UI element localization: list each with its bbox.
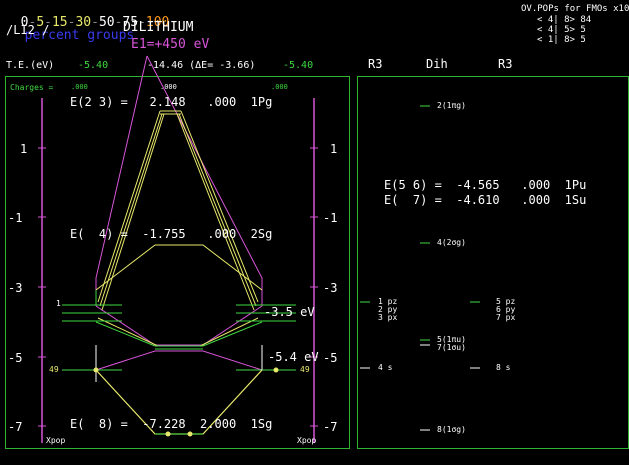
axis-tick-label: 1: [330, 142, 338, 156]
axis-tick-label: -5: [8, 351, 23, 365]
axis-tick-label: -5: [323, 351, 338, 365]
axis-tick-label: -3: [323, 281, 338, 295]
axis-tick-label: -3: [8, 281, 23, 295]
axis-tick-label: -1: [8, 211, 23, 225]
ao-label: 7 px: [496, 313, 516, 322]
mo-label: 8(1σg): [437, 425, 466, 434]
energy-line-1pg: E(2 3) = 2.148 .000 1Pg: [70, 95, 273, 109]
energy-label-3-5: -3.5 eV: [264, 305, 315, 319]
charges-label: Charges =: [10, 83, 54, 92]
charge-right: .000: [271, 83, 288, 91]
mo-label: 4(2σg): [437, 238, 466, 247]
charge-left: .000: [71, 83, 88, 91]
axis-tick-label: 1: [20, 142, 28, 156]
axis-tick-label: -7: [323, 420, 338, 434]
xpop-left: Xpop: [46, 436, 66, 445]
ao-label: 8 s: [496, 363, 511, 372]
side-label-1: 1: [56, 299, 61, 308]
ao-label: 3 px: [378, 313, 398, 322]
side-label-49-left: 49: [49, 365, 59, 374]
xpop-right: Xpop: [297, 436, 317, 445]
energy-label-5-4: -5.4 eV: [268, 350, 319, 364]
energy-line-1pu: E(5 6) = -4.565 .000 1Pu: [384, 178, 587, 192]
energy-line-1sg: E( 8) = -7.228 2.000 1Sg: [70, 417, 273, 431]
charge-center: .000: [160, 83, 177, 91]
mo-label: 7(1σu): [437, 343, 466, 352]
energy-line-1su: E( 7) = -4.610 .000 1Su: [384, 193, 587, 207]
energy-line-2sg: E( 4) = -1.755 .000 2Sg: [70, 227, 273, 241]
axis-tick-label: -7: [8, 420, 23, 434]
axis-tick-label: -1: [323, 211, 338, 225]
ao-label: 4 s: [378, 363, 393, 372]
side-label-49-right: 49: [300, 365, 310, 374]
mo-label: 2(1πg): [437, 101, 466, 110]
